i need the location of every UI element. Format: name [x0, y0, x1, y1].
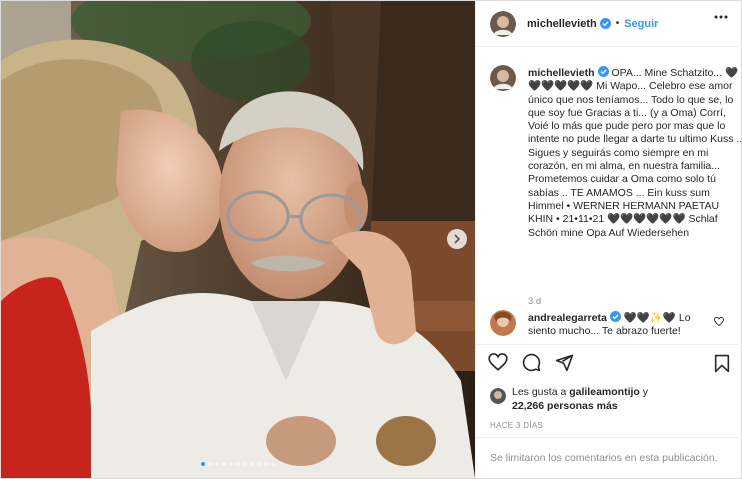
- verified-icon: [597, 66, 609, 77]
- like-comment-heart-icon[interactable]: [714, 317, 724, 326]
- share-button[interactable]: [555, 353, 574, 372]
- comments-disabled-notice: Se limitaron los comentarios en esta pub…: [476, 437, 742, 478]
- post-date[interactable]: HACE 3 DÍAS: [490, 421, 543, 430]
- comment-button[interactable]: [522, 353, 541, 372]
- action-bar: [476, 344, 742, 379]
- carousel-dot: [222, 462, 226, 466]
- commenter-username[interactable]: andrealegarreta: [528, 312, 607, 324]
- carousel-dot: [215, 462, 219, 466]
- photo-image: [1, 1, 475, 478]
- like-button[interactable]: [488, 353, 508, 371]
- header-separator: •: [615, 18, 620, 29]
- chevron-right-icon: [454, 234, 461, 244]
- heart-icon: [488, 353, 508, 371]
- carousel-dot: [250, 462, 254, 466]
- likes-text: Les gusta a galileamontijo y 22,266 pers…: [512, 385, 712, 413]
- likes-count[interactable]: 22,266 personas más: [512, 400, 618, 412]
- carousel-dot: [271, 462, 275, 466]
- save-button[interactable]: [714, 354, 730, 376]
- caption-text: michellevieth OPA... Mine Schatzito... 🖤…: [528, 66, 742, 240]
- post-photo[interactable]: [1, 1, 475, 478]
- caption-avatar[interactable]: [490, 65, 516, 91]
- carousel-indicator: [1, 462, 475, 466]
- commenter-avatar[interactable]: [490, 310, 516, 336]
- carousel-dot: [236, 462, 240, 466]
- caption-username[interactable]: michellevieth: [528, 67, 595, 79]
- carousel-dot: [257, 462, 261, 466]
- instagram-post: michellevieth • Seguir michellevieth OPA…: [0, 0, 742, 479]
- carousel-dot: [208, 462, 212, 466]
- comment-icon: [522, 353, 541, 371]
- carousel-dot: [229, 462, 233, 466]
- save-icon: [714, 354, 730, 373]
- liker-avatar[interactable]: [490, 388, 506, 404]
- likes-prefix: Les gusta a: [512, 386, 570, 398]
- author-username[interactable]: michellevieth: [527, 18, 597, 30]
- comments-section[interactable]: michellevieth OPA... Mine Schatzito... 🖤…: [476, 48, 742, 344]
- likes-connector: y: [639, 386, 648, 398]
- post-side-panel: michellevieth • Seguir michellevieth OPA…: [475, 1, 742, 478]
- liker-username[interactable]: galileamontijo: [569, 386, 640, 398]
- comment-text: andrealegarreta 🖤🖤✨🖤 Lo siento mucho... …: [528, 311, 718, 339]
- verified-icon: [609, 311, 621, 322]
- verified-icon: [599, 18, 611, 29]
- caption-body: OPA... Mine Schatzito... 🖤🖤🖤🖤🖤🖤 Mi Wapo.…: [528, 67, 742, 239]
- follow-button[interactable]: Seguir: [624, 18, 658, 30]
- caption-timestamp[interactable]: 3 d: [528, 296, 541, 307]
- author-avatar[interactable]: [490, 10, 516, 37]
- carousel-dot: [264, 462, 268, 466]
- carousel-dot: [201, 462, 205, 466]
- carousel-dot: [243, 462, 247, 466]
- post-header: michellevieth • Seguir: [476, 1, 742, 47]
- next-photo-button[interactable]: [447, 229, 467, 249]
- share-icon: [555, 354, 574, 371]
- more-icon[interactable]: [714, 15, 728, 19]
